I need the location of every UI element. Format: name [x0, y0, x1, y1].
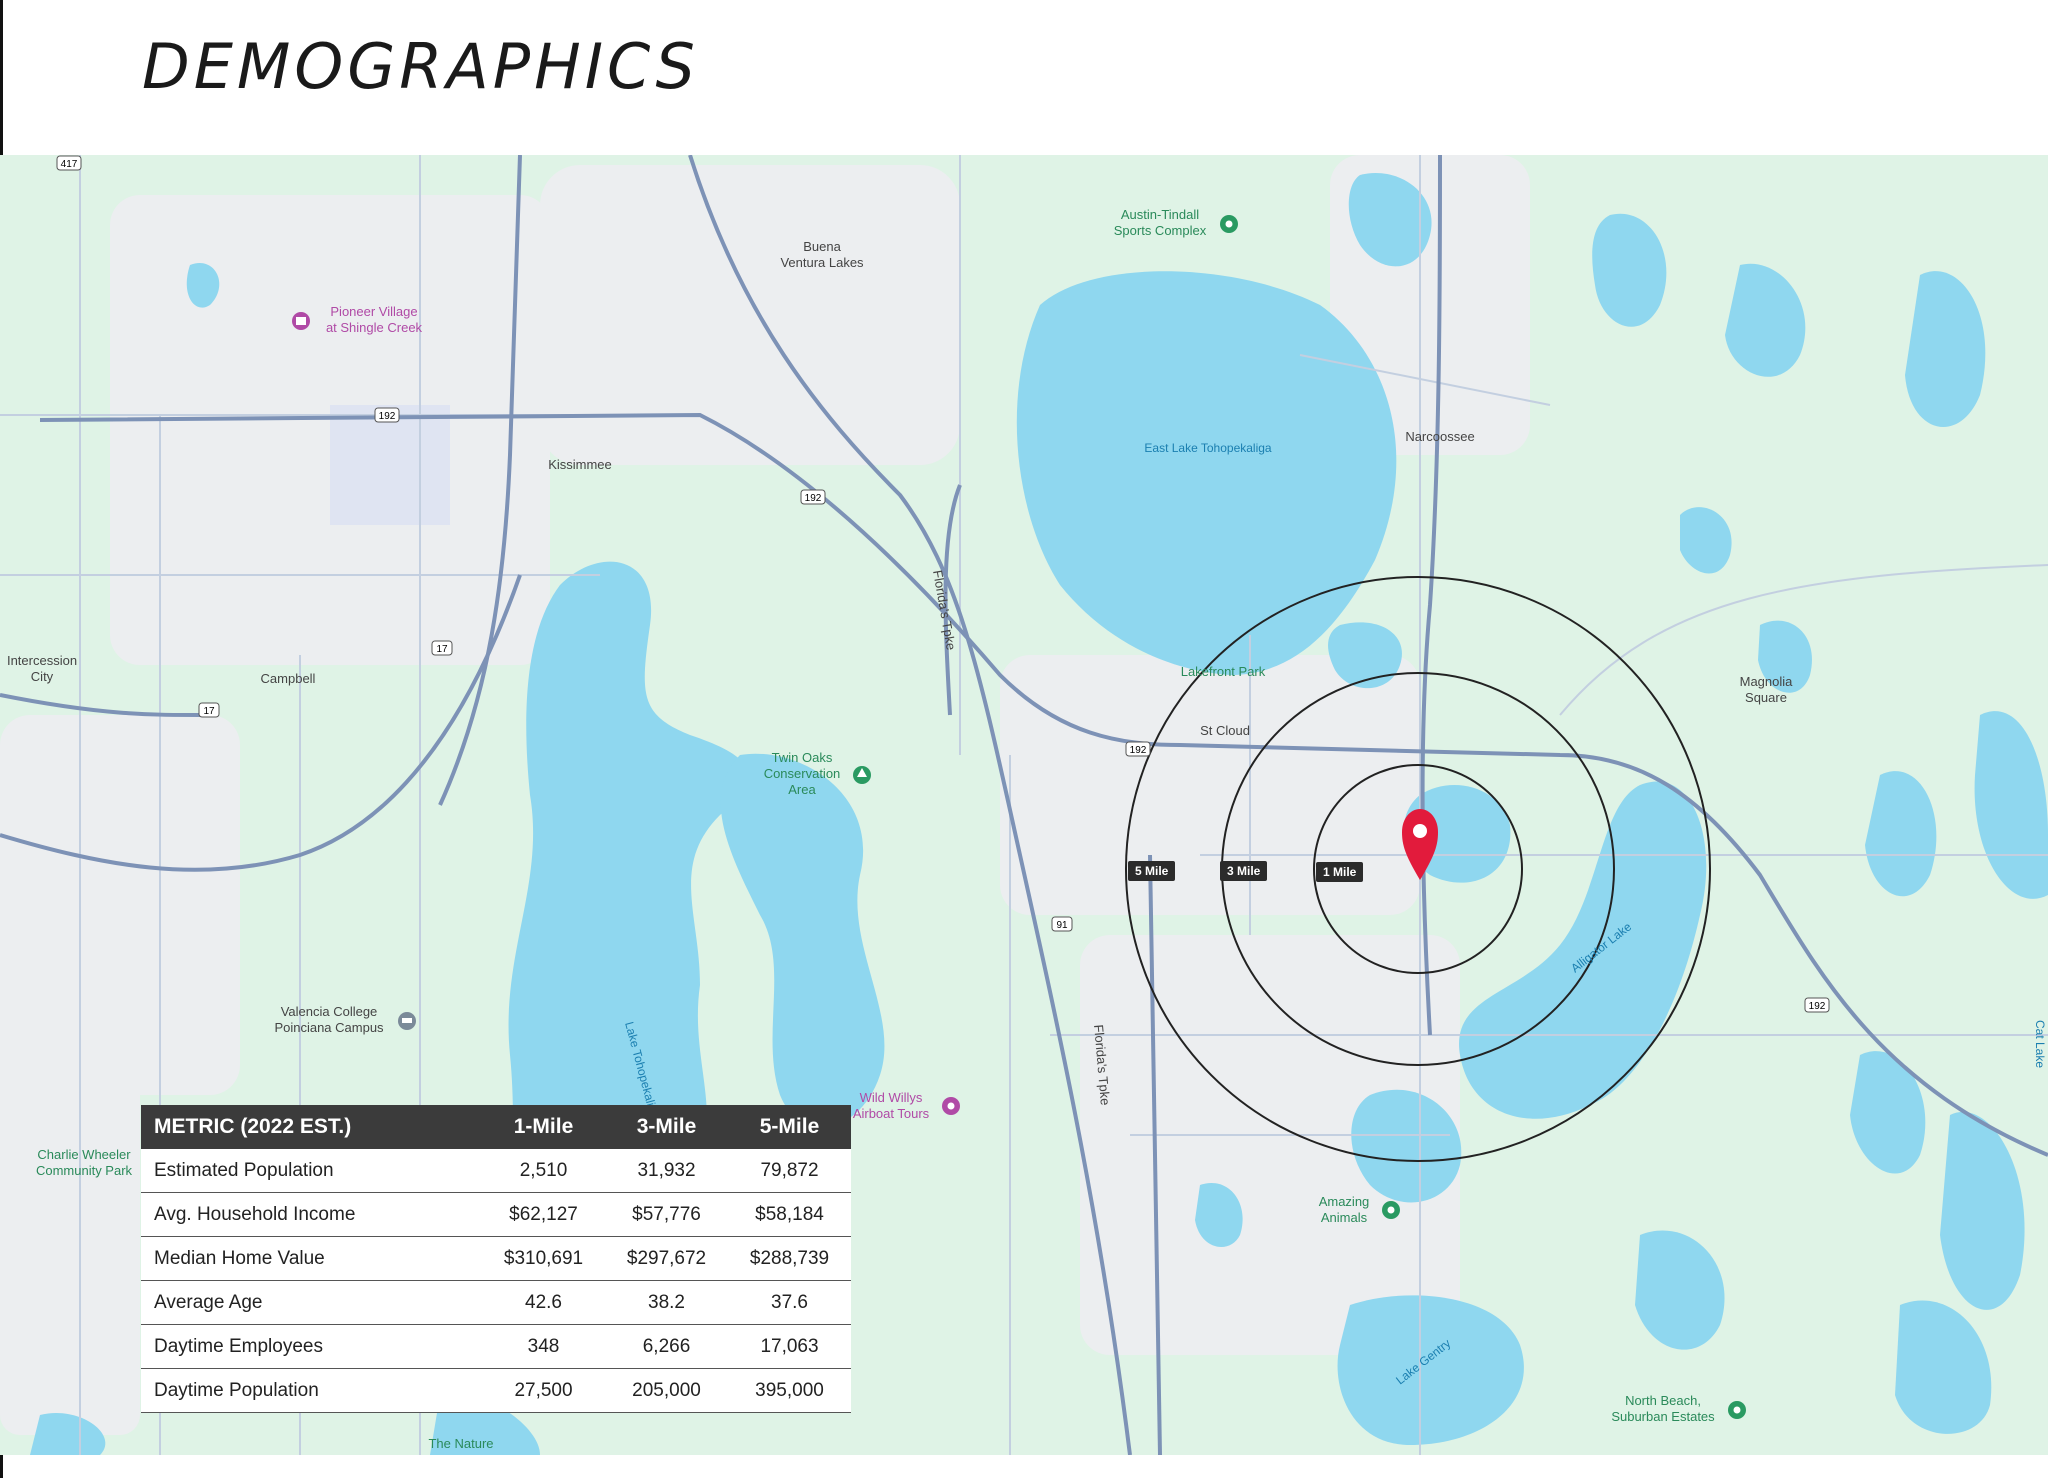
- page-title: DEMOGRAPHICS: [142, 30, 699, 103]
- radius-label-5-mile: 5 Mile: [1128, 861, 1176, 881]
- table-row: Estimated Population 2,510 31,932 79,872: [141, 1149, 851, 1193]
- table-row: Median Home Value $310,691 $297,672 $288…: [141, 1236, 851, 1281]
- svg-text:Amazing: Amazing: [1319, 1194, 1370, 1209]
- value-5-mile: $58,184: [728, 1192, 851, 1237]
- svg-text:91: 91: [1056, 920, 1068, 931]
- table-row: Average Age 42.6 38.2 37.6: [141, 1280, 851, 1325]
- metric-name: Median Home Value: [141, 1236, 482, 1281]
- svg-text:Conservation: Conservation: [764, 766, 841, 781]
- park-icon[interactable]: [1728, 1401, 1746, 1419]
- radius-label-1-mile: 1 Mile: [1316, 862, 1364, 882]
- svg-text:Buena: Buena: [803, 239, 841, 254]
- value-5-mile: 79,872: [728, 1149, 851, 1193]
- svg-text:The Nature: The Nature: [428, 1436, 493, 1451]
- shield-91: 91: [1051, 916, 1073, 932]
- svg-text:City: City: [31, 669, 54, 684]
- college-icon[interactable]: [398, 1012, 416, 1030]
- value-5-mile: 17,063: [728, 1324, 851, 1369]
- column-header-1-mile: 1-Mile: [482, 1105, 605, 1149]
- metric-name: Avg. Household Income: [141, 1192, 482, 1237]
- table-row: Daytime Employees 348 6,266 17,063: [141, 1324, 851, 1369]
- value-1-mile: $310,691: [482, 1236, 605, 1281]
- value-1-mile: 2,510: [482, 1149, 605, 1193]
- svg-text:Airboat Tours: Airboat Tours: [853, 1106, 930, 1121]
- svg-text:North Beach,: North Beach,: [1625, 1393, 1701, 1408]
- svg-text:17: 17: [203, 706, 215, 717]
- svg-text:Sports Complex: Sports Complex: [1114, 223, 1207, 238]
- metric-name: Daytime Employees: [141, 1324, 482, 1369]
- metric-name: Average Age: [141, 1280, 482, 1325]
- shield-17: 17: [198, 702, 220, 718]
- svg-text:Wild Willys: Wild Willys: [860, 1090, 923, 1105]
- svg-text:192: 192: [805, 493, 822, 504]
- value-5-mile: $288,739: [728, 1236, 851, 1281]
- park-icon[interactable]: [1220, 215, 1238, 233]
- svg-text:Cat Lake: Cat Lake: [2033, 1020, 2047, 1068]
- column-header-metric: METRIC (2022 EST.): [141, 1105, 482, 1149]
- svg-text:Austin-Tindall: Austin-Tindall: [1121, 207, 1199, 222]
- svg-text:Ventura Lakes: Ventura Lakes: [780, 255, 864, 270]
- svg-text:Community Park: Community Park: [36, 1163, 133, 1178]
- value-3-mile: 6,266: [605, 1324, 728, 1369]
- svg-text:192: 192: [1130, 745, 1147, 756]
- svg-text:Area: Area: [788, 782, 816, 797]
- svg-text:Lakefront Park: Lakefront Park: [1181, 664, 1266, 679]
- park-icon[interactable]: [1382, 1201, 1400, 1219]
- svg-text:Twin Oaks: Twin Oaks: [772, 750, 833, 765]
- svg-text:Animals: Animals: [1321, 1210, 1368, 1225]
- attraction-icon[interactable]: [942, 1097, 960, 1115]
- svg-text:417: 417: [61, 159, 78, 170]
- shield-192: 192: [800, 489, 826, 505]
- svg-text:at Shingle Creek: at Shingle Creek: [326, 320, 423, 335]
- svg-text:Poinciana Campus: Poinciana Campus: [274, 1020, 384, 1035]
- shield-192: 192: [1125, 741, 1151, 757]
- svg-text:Pioneer Village: Pioneer Village: [330, 304, 417, 319]
- value-1-mile: 348: [482, 1324, 605, 1369]
- value-5-mile: 37.6: [728, 1280, 851, 1325]
- svg-text:Florida's Tpke: Florida's Tpke: [930, 569, 959, 651]
- svg-text:Kissimmee: Kissimmee: [548, 457, 612, 472]
- column-header-3-mile: 3-Mile: [605, 1105, 728, 1149]
- svg-text:Square: Square: [1745, 690, 1787, 705]
- svg-text:192: 192: [1809, 1001, 1826, 1012]
- value-1-mile: 27,500: [482, 1368, 605, 1413]
- value-1-mile: $62,127: [482, 1192, 605, 1237]
- svg-text:Suburban Estates: Suburban Estates: [1611, 1409, 1715, 1424]
- svg-text:Narcoossee: Narcoossee: [1405, 429, 1474, 444]
- metric-name: Daytime Population: [141, 1368, 482, 1413]
- svg-text:Charlie Wheeler: Charlie Wheeler: [37, 1147, 131, 1162]
- svg-text:17: 17: [436, 644, 448, 655]
- svg-text:East Lake Tohopekaliga: East Lake Tohopekaliga: [1144, 441, 1272, 455]
- svg-text:Intercession: Intercession: [7, 653, 77, 668]
- radius-label-3-mile: 3 Mile: [1220, 861, 1268, 881]
- museum-icon[interactable]: [292, 312, 310, 330]
- table-header-row: METRIC (2022 EST.) 1-Mile 3-Mile 5-Mile: [141, 1105, 851, 1149]
- value-3-mile: 205,000: [605, 1368, 728, 1413]
- table-row: Daytime Population 27,500 205,000 395,00…: [141, 1368, 851, 1413]
- shield-192: 192: [374, 407, 400, 423]
- value-1-mile: 42.6: [482, 1280, 605, 1325]
- metric-name: Estimated Population: [141, 1149, 482, 1193]
- value-5-mile: 395,000: [728, 1368, 851, 1413]
- value-3-mile: $297,672: [605, 1236, 728, 1281]
- svg-text:St Cloud: St Cloud: [1200, 723, 1250, 738]
- shield-417: 417: [56, 155, 82, 171]
- demographics-table: METRIC (2022 EST.) 1-Mile 3-Mile 5-Mile …: [141, 1105, 851, 1413]
- shield-17: 17: [431, 640, 453, 656]
- svg-text:Campbell: Campbell: [261, 671, 316, 686]
- svg-text:192: 192: [379, 411, 396, 422]
- value-3-mile: 31,932: [605, 1149, 728, 1193]
- column-header-5-mile: 5-Mile: [728, 1105, 851, 1149]
- value-3-mile: 38.2: [605, 1280, 728, 1325]
- svg-text:Magnolia: Magnolia: [1740, 674, 1794, 689]
- table-row: Avg. Household Income $62,127 $57,776 $5…: [141, 1192, 851, 1237]
- value-3-mile: $57,776: [605, 1192, 728, 1237]
- park-icon[interactable]: [853, 766, 871, 784]
- svg-text:Valencia College: Valencia College: [281, 1004, 378, 1019]
- shield-192: 192: [1804, 997, 1830, 1013]
